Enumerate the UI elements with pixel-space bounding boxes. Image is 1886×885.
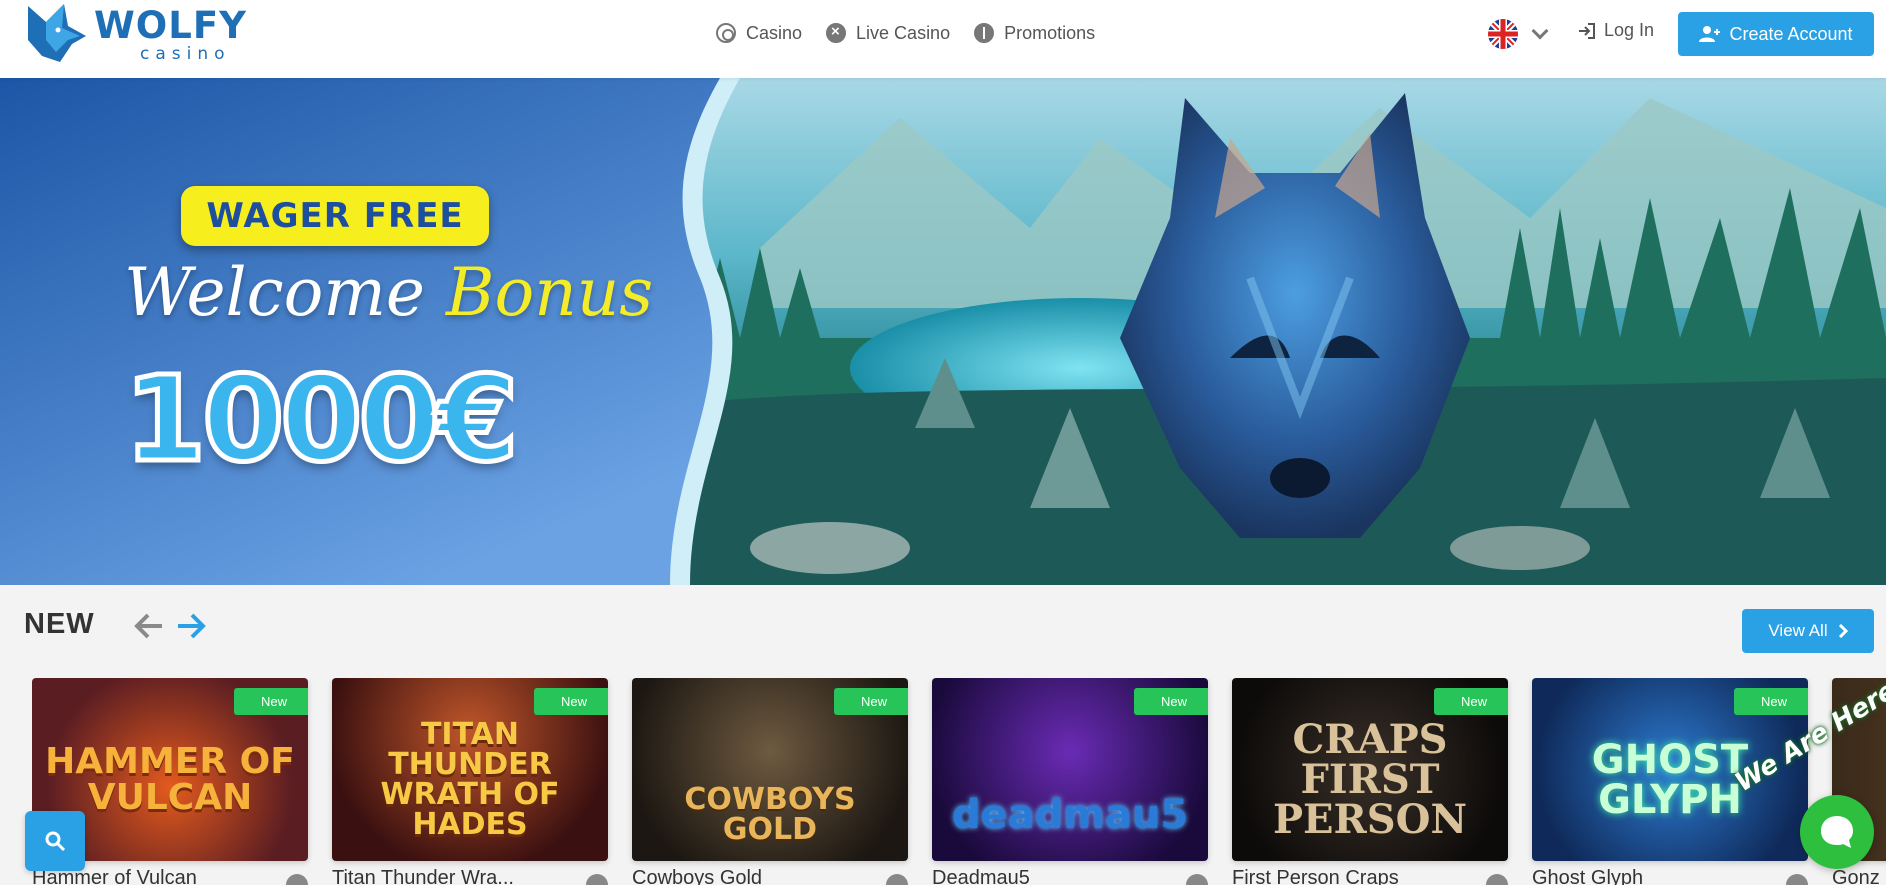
info-icon[interactable] (286, 874, 308, 885)
search-button[interactable] (25, 811, 85, 871)
casino-chip-icon (716, 23, 736, 43)
game-title: Ghost Glyph (1532, 867, 1644, 885)
create-account-button[interactable]: Create Account (1678, 12, 1874, 56)
search-icon (45, 831, 66, 852)
live-casino-icon (826, 23, 847, 43)
welcome-bonus-headline: Welcome Bonus (124, 254, 653, 331)
nav-live-casino-label: Live Casino (856, 22, 951, 43)
nav-promotions-label: Promotions (1004, 22, 1096, 43)
new-badge: New (1734, 688, 1808, 715)
new-badge: New (1134, 688, 1208, 715)
game-title: First Person Craps (1232, 867, 1399, 885)
welcome-word: Welcome (124, 254, 425, 331)
game-title: Gonz (1832, 867, 1880, 885)
info-icon[interactable] (886, 874, 908, 885)
game-title: Deadmau5 (932, 867, 1030, 885)
login-label: Log In (1604, 20, 1655, 40)
banner-artwork (0, 78, 1886, 585)
game-thumbnail[interactable]: deadmau5 New (932, 678, 1208, 861)
login-link[interactable]: Log In (1578, 20, 1654, 41)
game-card-first-person-craps[interactable]: CRAPS FIRST PERSON New First Person Crap… (1232, 678, 1508, 885)
hero-banner[interactable]: WAGER FREE Welcome Bonus 1000€ (0, 78, 1886, 585)
nav-promotions[interactable]: Promotions (974, 23, 1095, 44)
bonus-amount: 1000€ (122, 348, 522, 491)
wager-free-badge: WAGER FREE (181, 186, 489, 246)
site-header: WOLFY casino Casino Live Casino Promotio… (0, 0, 1886, 78)
arrow-left-icon[interactable] (134, 612, 164, 640)
gift-icon (974, 23, 995, 43)
info-icon[interactable] (1186, 874, 1208, 885)
chevron-right-icon (1838, 624, 1848, 638)
logo-wordmark: WOLFY (94, 4, 247, 47)
logo-subtitle: casino (140, 44, 231, 64)
arrow-right-icon[interactable] (176, 612, 206, 640)
section-title-new: NEW (24, 608, 95, 640)
new-badge: New (534, 688, 608, 715)
wolfy-logo[interactable]: WOLFY casino (24, 0, 254, 66)
game-card-deadmau5[interactable]: deadmau5 New Deadmau5 (932, 678, 1208, 885)
chevron-down-icon (1531, 22, 1549, 40)
new-badge: New (234, 688, 308, 715)
login-icon (1579, 22, 1595, 39)
chat-button[interactable] (1800, 795, 1874, 869)
uk-flag-icon (1488, 19, 1518, 49)
game-thumbnail[interactable]: TITAN THUNDER WRATH OF HADES New (332, 678, 608, 861)
bonus-word: Bonus (445, 254, 654, 331)
new-badge: New (834, 688, 908, 715)
view-all-label: View All (1768, 621, 1828, 640)
main-nav: Casino Live Casino Promotions (716, 20, 1095, 46)
language-selector[interactable] (1488, 19, 1549, 49)
game-card-cowboys-gold[interactable]: COWBOYS GOLD New Cowboys Gold (632, 678, 908, 885)
info-icon[interactable] (586, 874, 608, 885)
nav-casino[interactable]: Casino (716, 23, 802, 44)
game-card-titan-thunder[interactable]: TITAN THUNDER WRATH OF HADES New Titan T… (332, 678, 608, 885)
view-all-button[interactable]: View All (1742, 609, 1874, 653)
create-account-label: Create Account (1729, 23, 1853, 44)
nav-live-casino[interactable]: Live Casino (826, 23, 950, 44)
new-badge: New (1434, 688, 1508, 715)
wolf-head-icon (28, 4, 86, 62)
add-user-icon (1699, 26, 1721, 42)
game-thumbnail[interactable]: COWBOYS GOLD New (632, 678, 908, 861)
new-games-carousel: HAMMER OF VULCAN New Hammer of Vulcan TI… (32, 678, 1886, 885)
chat-bubble-icon (1821, 816, 1853, 848)
nav-casino-label: Casino (746, 22, 803, 43)
game-title: Titan Thunder Wra... (332, 867, 514, 885)
game-thumbnail[interactable]: CRAPS FIRST PERSON New (1232, 678, 1508, 861)
info-icon[interactable] (1486, 874, 1508, 885)
game-title: Cowboys Gold (632, 867, 763, 885)
info-icon[interactable] (1786, 874, 1808, 885)
